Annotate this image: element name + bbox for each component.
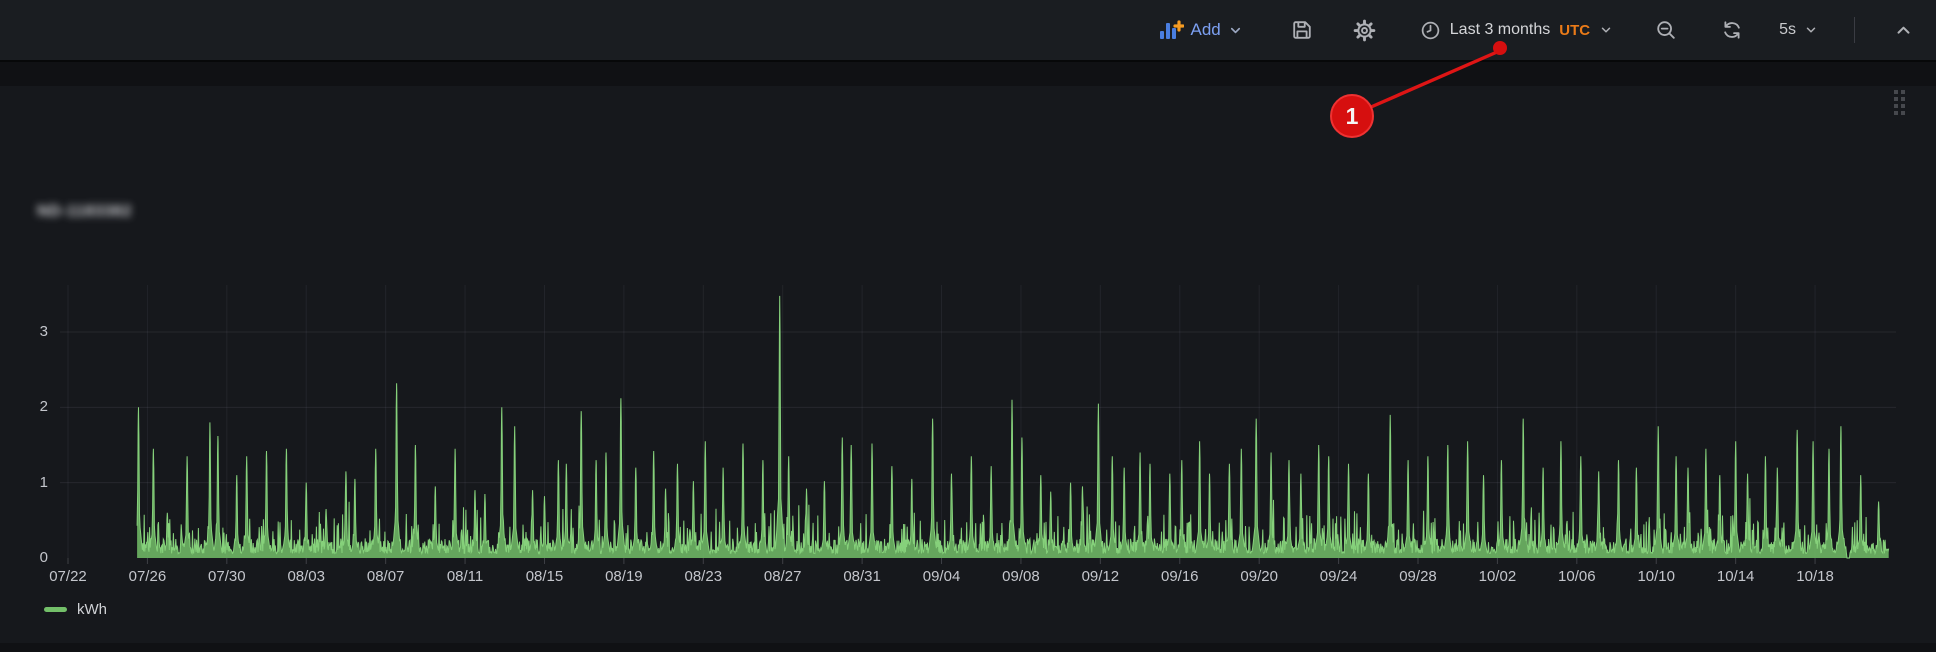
refresh-interval-label: 5s [1779, 21, 1796, 39]
x-axis-label: 07/22 [28, 568, 108, 585]
x-axis-label: 08/03 [266, 568, 346, 585]
x-axis-label: 08/27 [743, 568, 823, 585]
x-axis-label: 09/12 [1060, 568, 1140, 585]
bar-chart-plus-icon [1158, 18, 1184, 42]
x-axis-label: 07/26 [107, 568, 187, 585]
x-axis-label: 10/18 [1775, 568, 1855, 585]
x-axis-label: 09/28 [1378, 568, 1458, 585]
x-axis-label: 08/19 [584, 568, 664, 585]
gear-icon [1353, 19, 1376, 42]
legend-series-swatch [44, 607, 67, 612]
kwh-series-line [137, 296, 1889, 558]
chevron-down-icon [1804, 23, 1818, 37]
collapse-toolbar-button[interactable] [1887, 16, 1920, 45]
zoom-out-time-button[interactable] [1647, 13, 1685, 47]
x-axis-label: 09/08 [981, 568, 1061, 585]
refresh-button[interactable] [1713, 13, 1751, 47]
legend-item-kwh[interactable]: kWh [44, 601, 107, 618]
x-axis-label: 10/10 [1616, 568, 1696, 585]
save-floppy-icon [1291, 19, 1313, 41]
chevron-down-icon [1228, 23, 1243, 38]
x-axis-label: 09/16 [1140, 568, 1220, 585]
x-axis-label: 08/15 [504, 568, 584, 585]
submenu-strip [0, 62, 1936, 86]
x-axis-label: 10/02 [1457, 568, 1537, 585]
x-axis-label: 08/11 [425, 568, 505, 585]
chart-plot-area[interactable] [60, 283, 1896, 575]
refresh-icon [1721, 19, 1743, 41]
x-axis-label: 09/04 [902, 568, 982, 585]
x-axis-label: 09/20 [1219, 568, 1299, 585]
toolbar-divider [1854, 17, 1855, 43]
refresh-interval-dropdown[interactable]: 5s [1771, 15, 1826, 45]
timezone-label: UTC [1559, 22, 1590, 39]
x-axis-label: 09/24 [1299, 568, 1379, 585]
time-range-picker[interactable]: Last 3 months UTC [1412, 14, 1621, 47]
x-axis-label: 08/07 [346, 568, 426, 585]
add-button-label: Add [1191, 20, 1221, 40]
time-range-label: Last 3 months [1450, 21, 1551, 39]
legend-series-label: kWh [77, 601, 107, 618]
add-panel-button[interactable]: Add [1150, 12, 1251, 48]
panel-bottom-edge [0, 643, 1936, 652]
clock-icon [1420, 20, 1441, 41]
x-axis-label: 07/30 [187, 568, 267, 585]
x-axis-label: 08/31 [822, 568, 902, 585]
dashboard-settings-button[interactable] [1345, 13, 1384, 48]
caret-up-icon [1895, 22, 1912, 39]
y-axis-label: 2 [0, 398, 48, 415]
panel-drag-handle-icon[interactable] [1894, 90, 1908, 118]
y-axis-label: 0 [0, 549, 48, 566]
y-axis-label: 3 [0, 323, 48, 340]
panel-title[interactable]: ND-1183382 [37, 203, 132, 221]
x-axis-label: 10/14 [1696, 568, 1776, 585]
save-dashboard-button[interactable] [1283, 13, 1321, 47]
grafana-dashboard: Add [0, 0, 1936, 652]
x-axis-label: 08/23 [663, 568, 743, 585]
dashboard-toolbar: Add [0, 0, 1936, 62]
x-axis-label: 10/06 [1537, 568, 1617, 585]
magnifier-minus-icon [1655, 19, 1677, 41]
y-axis-label: 1 [0, 474, 48, 491]
chevron-down-icon [1599, 23, 1613, 37]
